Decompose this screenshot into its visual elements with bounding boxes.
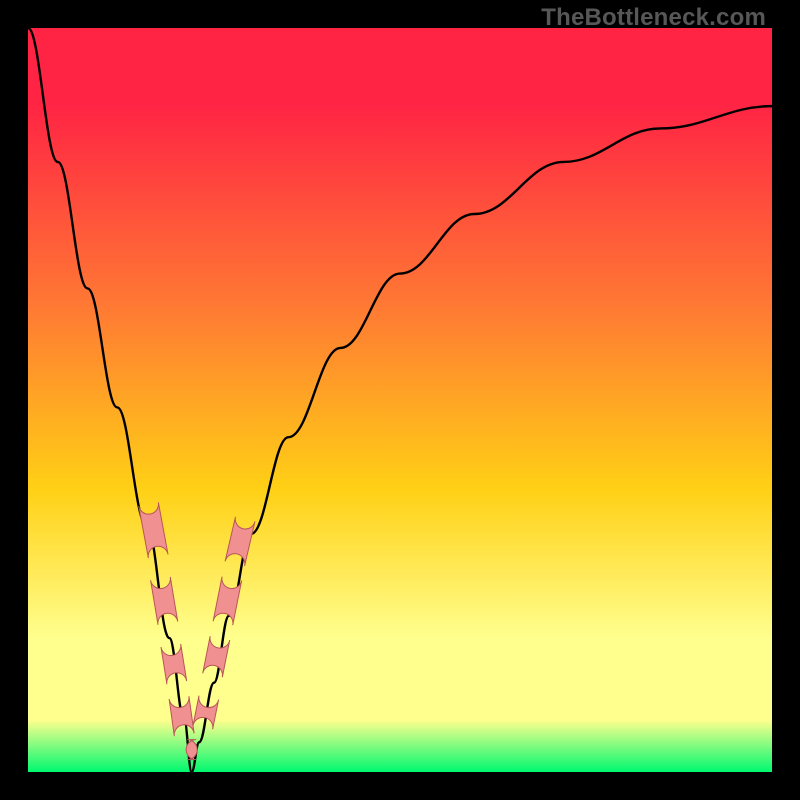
chart-stage: TheBottleneck.com <box>0 0 800 800</box>
beads-group <box>139 502 255 759</box>
bead <box>225 517 255 566</box>
plot-area <box>28 28 772 772</box>
watermark-label: TheBottleneck.com <box>541 4 766 32</box>
bottleneck-curve <box>28 28 772 772</box>
curve-layer <box>28 28 772 772</box>
bead <box>169 696 194 736</box>
bead <box>203 636 230 677</box>
